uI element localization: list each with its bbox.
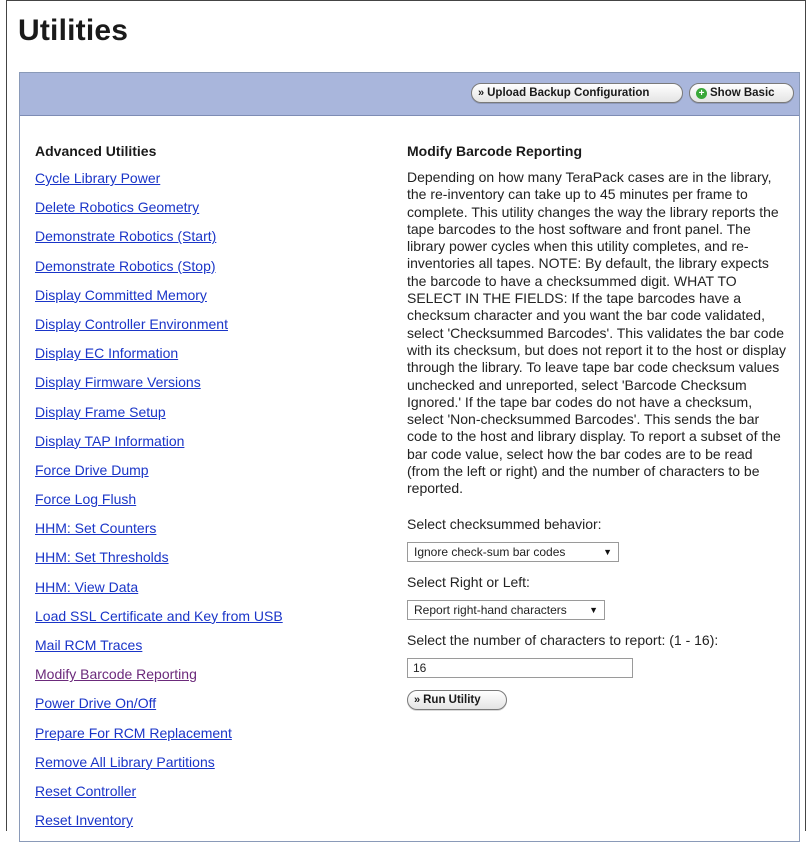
utility-link-hhm-view-data[interactable]: HHM: View Data (35, 578, 375, 607)
show-basic-label: Show Basic (710, 87, 775, 99)
utility-link-display-firmware-versions[interactable]: Display Firmware Versions (35, 373, 375, 402)
utility-link-cycle-library-power[interactable]: Cycle Library Power (35, 169, 375, 198)
advanced-utilities-list: Advanced Utilities Cycle Library Power D… (35, 143, 375, 840)
double-chevron-right-icon: » (414, 693, 421, 706)
utility-link-reset-controller[interactable]: Reset Controller (35, 782, 375, 811)
page-title: Utilities (18, 14, 129, 47)
utility-link-modify-barcode-reporting[interactable]: Modify Barcode Reporting (35, 665, 375, 694)
character-count-label: Select the number of characters to repor… (407, 631, 719, 648)
detail-heading: Modify Barcode Reporting (407, 143, 583, 159)
character-count-input[interactable]: 16 (407, 657, 633, 678)
plus-circle-icon: + (696, 87, 707, 99)
utility-link-prepare-for-rcm-replacement[interactable]: Prepare For RCM Replacement (35, 724, 375, 753)
show-basic-button[interactable]: + Show Basic (689, 83, 794, 103)
utility-link-force-log-flush[interactable]: Force Log Flush (35, 490, 375, 519)
utility-detail: Modify Barcode Reporting Depending on ho… (407, 143, 787, 710)
upload-backup-configuration-button[interactable]: » Upload Backup Configuration (471, 83, 683, 103)
dropdown-arrow-icon: ▼ (603, 546, 612, 557)
side-value: Report right-hand characters (414, 602, 567, 617)
character-count-value: 16 (413, 660, 427, 675)
advanced-utilities-heading: Advanced Utilities (35, 143, 157, 159)
utility-link-display-frame-setup[interactable]: Display Frame Setup (35, 403, 375, 432)
utility-link-display-committed-memory[interactable]: Display Committed Memory (35, 286, 375, 315)
utility-link-reset-inventory[interactable]: Reset Inventory (35, 811, 375, 840)
checksum-behavior-select[interactable]: Ignore check-sum bar codes ▼ (407, 541, 619, 562)
utility-link-force-drive-dump[interactable]: Force Drive Dump (35, 461, 375, 490)
checksum-behavior-value: Ignore check-sum bar codes (414, 544, 566, 559)
utility-link-hhm-set-thresholds[interactable]: HHM: Set Thresholds (35, 548, 375, 577)
utility-link-display-tap-information[interactable]: Display TAP Information (35, 432, 375, 461)
side-label: Select Right or Left: (407, 573, 530, 590)
utility-link-display-ec-information[interactable]: Display EC Information (35, 344, 375, 373)
run-utility-label: Run Utility (423, 693, 481, 706)
utility-link-mail-rcm-traces[interactable]: Mail RCM Traces (35, 636, 375, 665)
detail-description: Depending on how many TeraPack cases are… (407, 169, 786, 497)
utility-link-display-controller-environment[interactable]: Display Controller Environment (35, 315, 375, 344)
upload-backup-configuration-label: Upload Backup Configuration (487, 87, 650, 99)
run-utility-button[interactable]: » Run Utility (407, 689, 507, 710)
utility-link-power-drive-on-off[interactable]: Power Drive On/Off (35, 694, 375, 723)
utility-link-hhm-set-counters[interactable]: HHM: Set Counters (35, 519, 375, 548)
utility-link-remove-all-library-partitions[interactable]: Remove All Library Partitions (35, 753, 375, 782)
double-chevron-right-icon: » (478, 87, 485, 99)
dropdown-arrow-icon: ▼ (589, 604, 598, 615)
utility-link-demonstrate-robotics-stop[interactable]: Demonstrate Robotics (Stop) (35, 257, 375, 286)
utility-link-delete-robotics-geometry[interactable]: Delete Robotics Geometry (35, 198, 375, 227)
utility-link-demonstrate-robotics-start[interactable]: Demonstrate Robotics (Start) (35, 227, 375, 256)
utilities-panel: » Upload Backup Configuration + Show Bas… (19, 72, 800, 842)
checksum-behavior-label: Select checksummed behavior: (407, 515, 602, 532)
toolbar: » Upload Backup Configuration + Show Bas… (20, 73, 799, 116)
side-select[interactable]: Report right-hand characters ▼ (407, 599, 605, 620)
utility-link-load-ssl-certificate[interactable]: Load SSL Certificate and Key from USB (35, 607, 375, 636)
